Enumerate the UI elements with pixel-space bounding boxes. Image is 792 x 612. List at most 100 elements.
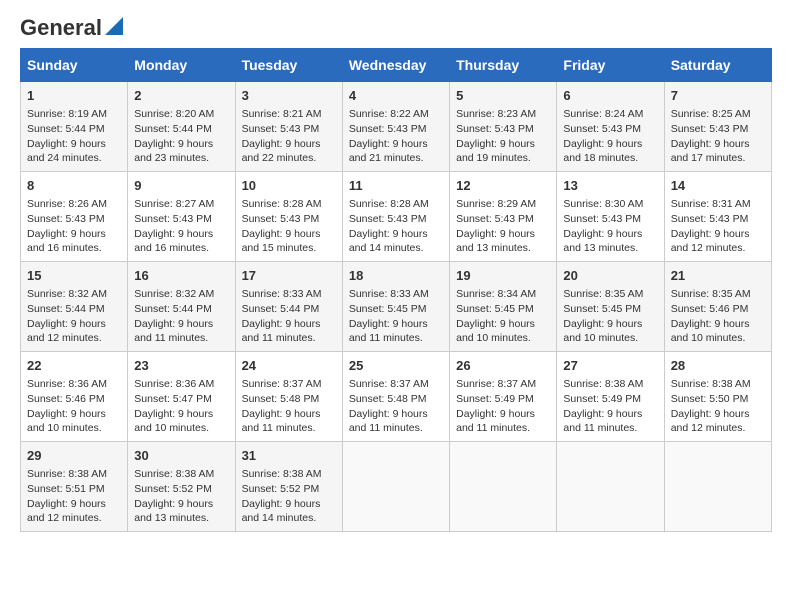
day-number: 20 — [563, 267, 657, 285]
calendar-cell: 5Sunrise: 8:23 AMSunset: 5:43 PMDaylight… — [450, 82, 557, 172]
day-info: Sunset: 5:44 PM — [134, 122, 228, 137]
day-info: Sunrise: 8:37 AM — [349, 377, 443, 392]
calendar-cell: 23Sunrise: 8:36 AMSunset: 5:47 PMDayligh… — [128, 352, 235, 442]
day-info: Daylight: 9 hours — [134, 227, 228, 242]
calendar-cell: 18Sunrise: 8:33 AMSunset: 5:45 PMDayligh… — [342, 262, 449, 352]
day-info: Daylight: 9 hours — [671, 317, 765, 332]
day-info: and 11 minutes. — [242, 331, 336, 346]
page-header: General — [20, 16, 772, 40]
day-info: and 10 minutes. — [563, 331, 657, 346]
day-number: 9 — [134, 177, 228, 195]
day-info: Sunrise: 8:37 AM — [456, 377, 550, 392]
day-info: Daylight: 9 hours — [456, 407, 550, 422]
calendar-cell: 21Sunrise: 8:35 AMSunset: 5:46 PMDayligh… — [664, 262, 771, 352]
day-info: Sunrise: 8:21 AM — [242, 107, 336, 122]
calendar-cell: 30Sunrise: 8:38 AMSunset: 5:52 PMDayligh… — [128, 441, 235, 531]
day-info: Sunrise: 8:32 AM — [27, 287, 121, 302]
col-header-wednesday: Wednesday — [342, 49, 449, 82]
logo: General — [20, 16, 123, 40]
day-info: Daylight: 9 hours — [563, 227, 657, 242]
day-info: and 12 minutes. — [671, 421, 765, 436]
day-info: and 10 minutes. — [671, 331, 765, 346]
calendar-row: 15Sunrise: 8:32 AMSunset: 5:44 PMDayligh… — [21, 262, 772, 352]
day-info: and 14 minutes. — [349, 241, 443, 256]
day-info: and 21 minutes. — [349, 151, 443, 166]
col-header-saturday: Saturday — [664, 49, 771, 82]
calendar-cell — [450, 441, 557, 531]
day-info: Daylight: 9 hours — [242, 317, 336, 332]
day-info: Sunset: 5:46 PM — [27, 392, 121, 407]
day-info: Sunset: 5:49 PM — [563, 392, 657, 407]
day-info: Sunset: 5:43 PM — [349, 122, 443, 137]
day-number: 27 — [563, 357, 657, 375]
day-info: and 23 minutes. — [134, 151, 228, 166]
day-info: Daylight: 9 hours — [27, 137, 121, 152]
day-number: 1 — [27, 87, 121, 105]
day-info: and 16 minutes. — [134, 241, 228, 256]
calendar-cell: 14Sunrise: 8:31 AMSunset: 5:43 PMDayligh… — [664, 172, 771, 262]
day-info: Daylight: 9 hours — [27, 497, 121, 512]
logo-general: General — [20, 16, 102, 40]
day-info: Sunrise: 8:38 AM — [242, 467, 336, 482]
day-number: 11 — [349, 177, 443, 195]
day-info: Sunrise: 8:33 AM — [242, 287, 336, 302]
day-info: Sunrise: 8:24 AM — [563, 107, 657, 122]
day-info: Daylight: 9 hours — [349, 407, 443, 422]
day-info: Sunset: 5:43 PM — [671, 122, 765, 137]
day-info: Sunset: 5:43 PM — [456, 212, 550, 227]
day-info: and 11 minutes. — [134, 331, 228, 346]
calendar-cell — [664, 441, 771, 531]
col-header-sunday: Sunday — [21, 49, 128, 82]
day-info: Daylight: 9 hours — [671, 407, 765, 422]
calendar-cell: 16Sunrise: 8:32 AMSunset: 5:44 PMDayligh… — [128, 262, 235, 352]
day-number: 4 — [349, 87, 443, 105]
day-info: Sunset: 5:48 PM — [349, 392, 443, 407]
day-info: Daylight: 9 hours — [563, 407, 657, 422]
day-info: Sunrise: 8:31 AM — [671, 197, 765, 212]
day-info: Daylight: 9 hours — [349, 317, 443, 332]
calendar-cell: 17Sunrise: 8:33 AMSunset: 5:44 PMDayligh… — [235, 262, 342, 352]
day-number: 10 — [242, 177, 336, 195]
day-info: Sunset: 5:43 PM — [671, 212, 765, 227]
day-info: Sunrise: 8:38 AM — [27, 467, 121, 482]
day-info: and 18 minutes. — [563, 151, 657, 166]
day-info: Sunrise: 8:35 AM — [563, 287, 657, 302]
day-info: and 11 minutes. — [563, 421, 657, 436]
day-info: Sunrise: 8:20 AM — [134, 107, 228, 122]
day-info: Daylight: 9 hours — [349, 227, 443, 242]
day-number: 29 — [27, 447, 121, 465]
day-info: and 22 minutes. — [242, 151, 336, 166]
day-number: 26 — [456, 357, 550, 375]
day-info: and 13 minutes. — [563, 241, 657, 256]
day-info: Sunset: 5:44 PM — [27, 122, 121, 137]
day-info: Sunrise: 8:23 AM — [456, 107, 550, 122]
day-info: Sunrise: 8:37 AM — [242, 377, 336, 392]
day-number: 13 — [563, 177, 657, 195]
day-number: 8 — [27, 177, 121, 195]
calendar-row: 8Sunrise: 8:26 AMSunset: 5:43 PMDaylight… — [21, 172, 772, 262]
day-info: and 24 minutes. — [27, 151, 121, 166]
day-info: and 11 minutes. — [242, 421, 336, 436]
calendar-cell: 20Sunrise: 8:35 AMSunset: 5:45 PMDayligh… — [557, 262, 664, 352]
calendar-cell — [557, 441, 664, 531]
day-info: Sunset: 5:43 PM — [349, 212, 443, 227]
day-info: Sunset: 5:44 PM — [242, 302, 336, 317]
col-header-thursday: Thursday — [450, 49, 557, 82]
day-info: Sunset: 5:43 PM — [563, 212, 657, 227]
calendar-cell: 3Sunrise: 8:21 AMSunset: 5:43 PMDaylight… — [235, 82, 342, 172]
day-info: Sunset: 5:43 PM — [456, 122, 550, 137]
day-number: 31 — [242, 447, 336, 465]
calendar-cell: 29Sunrise: 8:38 AMSunset: 5:51 PMDayligh… — [21, 441, 128, 531]
calendar-cell: 19Sunrise: 8:34 AMSunset: 5:45 PMDayligh… — [450, 262, 557, 352]
day-info: Daylight: 9 hours — [134, 317, 228, 332]
day-info: Daylight: 9 hours — [671, 137, 765, 152]
day-info: Sunrise: 8:27 AM — [134, 197, 228, 212]
day-info: Sunrise: 8:28 AM — [349, 197, 443, 212]
day-info: Sunrise: 8:35 AM — [671, 287, 765, 302]
day-info: Sunset: 5:43 PM — [563, 122, 657, 137]
day-info: Daylight: 9 hours — [456, 137, 550, 152]
day-info: Sunrise: 8:32 AM — [134, 287, 228, 302]
day-info: and 12 minutes. — [27, 511, 121, 526]
day-number: 23 — [134, 357, 228, 375]
col-header-tuesday: Tuesday — [235, 49, 342, 82]
